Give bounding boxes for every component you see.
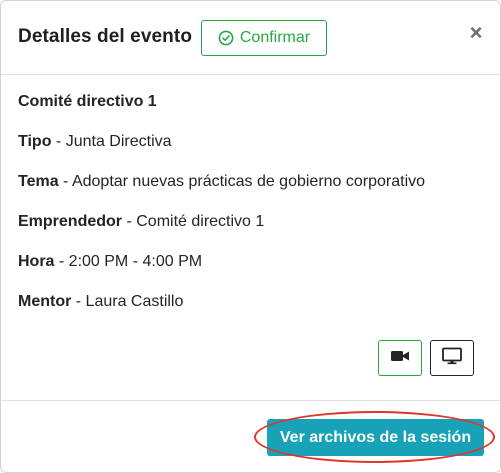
detail-value: - Laura Castillo: [71, 293, 184, 310]
detail-value: - Adoptar nuevas prácticas de gobierno c…: [58, 173, 426, 190]
modal-footer: Ver archivos de la sesión: [1, 400, 500, 473]
check-circle-icon: [218, 30, 234, 46]
detail-mentor: Mentor - Laura Castillo: [18, 293, 183, 311]
modal-header: Detalles del evento Confirmar ×: [1, 1, 500, 75]
event-name: Comité directivo 1: [18, 93, 157, 110]
screen-share-button[interactable]: [430, 340, 474, 376]
detail-label: Emprendedor: [18, 213, 123, 230]
detail-tema: Tema - Adoptar nuevas prácticas de gobie…: [18, 173, 425, 191]
detail-label: Mentor: [18, 293, 72, 310]
confirm-button-label: Confirmar: [239, 29, 311, 46]
detail-label: Tipo: [18, 133, 52, 150]
detail-emprendedor: Emprendedor - Comité directivo 1: [18, 213, 264, 231]
detail-tipo: Tipo - Junta Directiva: [18, 133, 172, 151]
confirm-button[interactable]: Confirmar: [201, 20, 327, 56]
detail-value: - Junta Directiva: [51, 133, 172, 150]
detail-label: Hora: [18, 253, 55, 270]
detail-value: - Comité directivo 1: [122, 213, 265, 230]
video-call-button[interactable]: [378, 340, 422, 376]
close-icon[interactable]: ×: [467, 22, 485, 44]
detail-label: Tema: [18, 173, 59, 190]
detail-hora: Hora - 2:00 PM - 4:00 PM: [18, 253, 202, 271]
view-session-files-button[interactable]: Ver archivos de la sesión: [267, 419, 484, 456]
modal-title: Detalles del evento: [18, 26, 193, 47]
detail-value: - 2:00 PM - 4:00 PM: [54, 253, 203, 270]
video-camera-icon: [390, 349, 410, 368]
event-details-modal: Detalles del evento Confirmar × Comité d…: [0, 0, 501, 473]
monitor-icon: [442, 347, 462, 370]
